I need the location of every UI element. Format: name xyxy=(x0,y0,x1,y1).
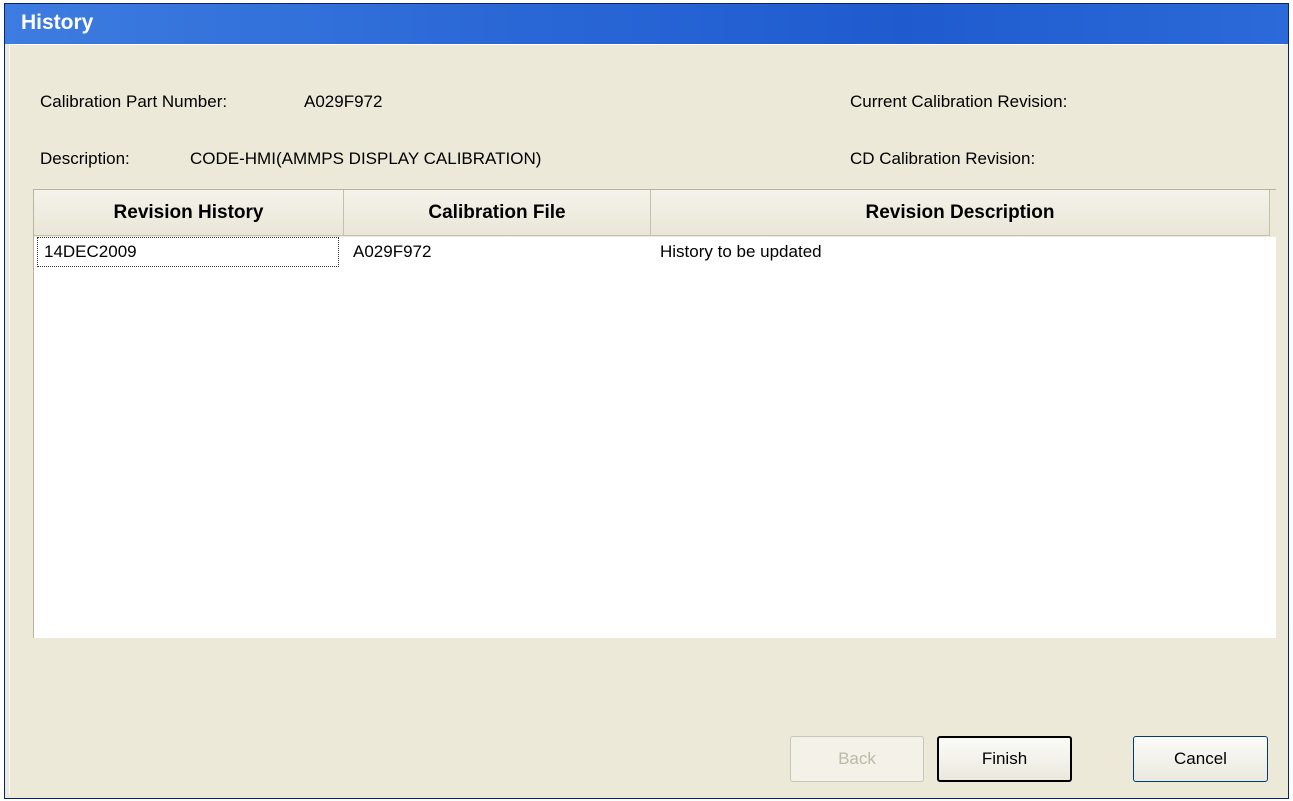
finish-button[interactable]: Finish xyxy=(937,736,1072,782)
back-button[interactable]: Back xyxy=(790,736,924,782)
cell-revision-history[interactable]: 14DEC2009 xyxy=(37,237,339,267)
part-number-value: A029F972 xyxy=(304,92,383,111)
cell-calibration-file[interactable]: A029F972 xyxy=(347,237,647,267)
cancel-button[interactable]: Cancel xyxy=(1133,736,1268,782)
table-row[interactable]: 14DEC2009 A029F972 History to be updated xyxy=(34,237,1276,267)
current-revision-label: Current Calibration Revision: xyxy=(850,92,1068,111)
part-number-label: Calibration Part Number: xyxy=(40,92,228,111)
description-value: CODE-HMI(AMMPS DISPLAY CALIBRATION) xyxy=(190,149,542,168)
cell-revision-description[interactable]: History to be updated xyxy=(654,237,1254,267)
cd-revision-label: CD Calibration Revision: xyxy=(850,149,1036,168)
window-title: History xyxy=(21,11,94,34)
history-dialog: History Calibration Part Number: A029F97… xyxy=(4,3,1289,799)
column-header-revision-history[interactable]: Revision History xyxy=(34,190,344,236)
description-label: Description: xyxy=(40,149,130,168)
column-header-calibration-file[interactable]: Calibration File xyxy=(344,190,651,236)
grid-header: Revision History Calibration File Revisi… xyxy=(34,190,1276,237)
revision-history-grid[interactable]: Revision History Calibration File Revisi… xyxy=(33,189,1276,638)
column-header-revision-description[interactable]: Revision Description xyxy=(651,190,1270,236)
title-bar[interactable]: History xyxy=(5,4,1288,44)
